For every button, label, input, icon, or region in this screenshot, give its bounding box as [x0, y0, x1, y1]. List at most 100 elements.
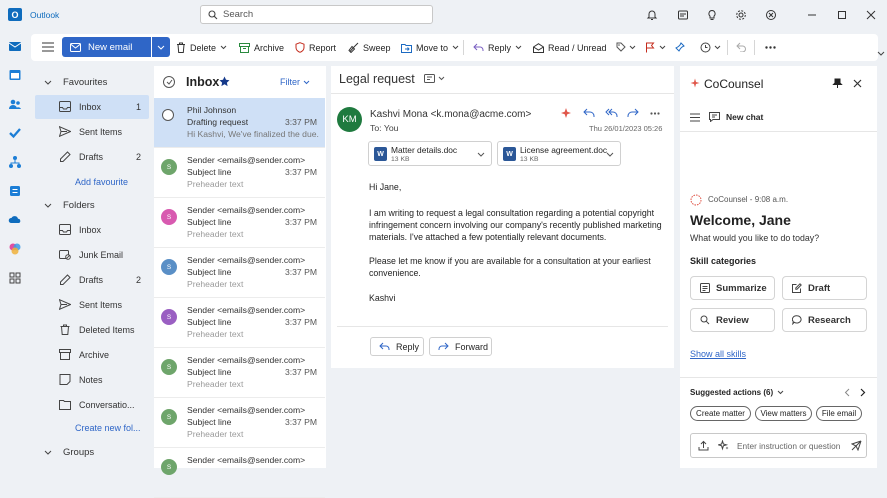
clock-icon[interactable] — [700, 42, 711, 53]
flag-icon[interactable] — [645, 42, 655, 53]
subject-actions-icon[interactable] — [424, 73, 445, 84]
lightbulb-icon[interactable] — [705, 8, 719, 22]
sweep-button[interactable]: Sweep — [343, 34, 396, 61]
upload-icon[interactable] — [698, 440, 709, 451]
add-favourite-link[interactable]: Add favourite — [75, 177, 128, 187]
sender-address[interactable]: Kashvi Mona <k.mona@acme.com> — [370, 109, 531, 120]
list-item[interactable]: Phil Johnson Drafting request 3:37 PM Hi… — [154, 98, 325, 148]
create-new-folder-link[interactable]: Create new fol... — [75, 423, 141, 433]
move-to-button[interactable]: Move to — [396, 34, 464, 61]
delete-button[interactable]: Delete — [171, 34, 232, 61]
groups-header[interactable]: Groups — [44, 447, 94, 458]
pin-icon[interactable] — [675, 42, 685, 52]
bell-icon[interactable] — [645, 8, 659, 22]
chevron-down-icon[interactable] — [629, 45, 636, 50]
gear-icon[interactable] — [734, 8, 748, 22]
pin-icon[interactable] — [832, 78, 843, 89]
attachment-matter-details[interactable]: W Matter details.doc 13 KB — [368, 141, 492, 166]
reply-all-icon[interactable] — [605, 108, 618, 118]
folder-conversation-history[interactable]: Conversatio... — [35, 393, 149, 417]
chevron-down-icon[interactable] — [659, 45, 666, 50]
archive-button[interactable]: Archive — [234, 34, 289, 61]
instruction-input[interactable]: Enter instruction or question — [690, 433, 867, 458]
favourite-inbox[interactable]: Inbox 1 — [35, 95, 149, 119]
rail-people-icon[interactable] — [7, 96, 22, 111]
report-button[interactable]: Report — [290, 34, 341, 61]
ribbon-collapse-chevron-icon[interactable] — [877, 51, 885, 57]
undo-icon[interactable] — [736, 42, 747, 52]
attachment-license-agreement[interactable]: W License agreement.doc 13 KB — [497, 141, 621, 166]
favourite-star-icon[interactable] — [219, 76, 230, 87]
list-item[interactable]: S Sender <emails@sender.com> — [154, 448, 325, 498]
select-all-checkbox[interactable] — [163, 76, 175, 88]
reply-icon[interactable] — [583, 108, 595, 118]
rail-calendar-icon[interactable] — [7, 67, 22, 82]
forward-button[interactable]: Forward — [429, 337, 492, 356]
review-skill-button[interactable]: Review — [690, 308, 775, 332]
minimize-icon[interactable] — [805, 8, 819, 22]
folder-junk-email[interactable]: Junk Email — [35, 243, 149, 267]
new-email-dropdown[interactable] — [152, 37, 170, 57]
read-unread-button[interactable]: Read / Unread — [528, 34, 612, 61]
reply-button[interactable]: Reply — [370, 337, 424, 356]
favourite-sent-items[interactable]: Sent Items — [35, 120, 149, 144]
forward-icon[interactable] — [627, 108, 639, 118]
favourites-header[interactable]: Favourites — [44, 77, 107, 88]
list-item[interactable]: S Sender <emails@sender.com> Subject line 3… — [154, 398, 325, 448]
chevron-down-icon[interactable] — [714, 45, 721, 50]
view-matters-pill[interactable]: View matters — [755, 406, 812, 421]
folder-deleted-items[interactable]: Deleted Items — [35, 318, 149, 342]
copilot-icon[interactable] — [764, 8, 778, 22]
filter-button[interactable]: Filter — [280, 77, 310, 87]
send-icon[interactable] — [851, 440, 862, 451]
more-options-icon[interactable] — [650, 112, 660, 115]
folder-notes[interactable]: Notes — [35, 368, 149, 392]
close-icon[interactable] — [853, 79, 862, 88]
cocounsel-menu-icon[interactable] — [690, 113, 700, 122]
chevron-left-icon[interactable] — [844, 388, 850, 397]
favourite-drafts[interactable]: Drafts 2 — [35, 145, 149, 169]
show-all-skills-link[interactable]: Show all skills — [690, 349, 746, 359]
sparkle-icon[interactable] — [560, 107, 572, 119]
list-item[interactable]: S Sender <emails@sender.com> Subject line 3… — [154, 148, 325, 198]
folder-archive[interactable]: Archive — [35, 343, 149, 367]
search-placeholder: Search — [223, 9, 254, 20]
chevron-right-icon[interactable] — [860, 388, 866, 397]
research-skill-button[interactable]: Research — [782, 308, 867, 332]
create-matter-pill[interactable]: Create matter — [690, 406, 751, 421]
folders-header[interactable]: Folders — [44, 200, 95, 211]
chevron-down-icon[interactable] — [477, 152, 485, 157]
calendar-note-icon[interactable] — [676, 8, 690, 22]
list-item[interactable]: S Sender <emails@sender.com> Subject line 3… — [154, 348, 325, 398]
tag-icon[interactable] — [616, 42, 626, 52]
folder-drafts[interactable]: Drafts 2 — [35, 268, 149, 292]
list-item[interactable]: S Sender <emails@sender.com> Subject line 3… — [154, 298, 325, 348]
summarize-skill-button[interactable]: Summarize — [690, 276, 775, 300]
list-item[interactable]: S Sender <emails@sender.com> Subject line 3… — [154, 198, 325, 248]
search-input[interactable]: Search — [200, 5, 433, 24]
avatar: S — [161, 409, 177, 425]
rail-onedrive-icon[interactable] — [7, 212, 22, 227]
suggested-actions-toggle[interactable]: Suggested actions (6) — [690, 388, 784, 397]
rail-mail-icon[interactable] — [7, 38, 22, 53]
reply-button[interactable]: Reply — [468, 34, 527, 61]
new-chat-button[interactable]: New chat — [709, 112, 763, 122]
hamburger-icon[interactable] — [42, 42, 54, 52]
draft-skill-button[interactable]: Draft — [782, 276, 867, 300]
chevron-down-icon[interactable] — [606, 152, 614, 157]
folder-inbox[interactable]: Inbox — [35, 218, 149, 242]
file-email-pill[interactable]: File email — [816, 406, 862, 421]
maximize-icon[interactable] — [835, 8, 849, 22]
rail-forms-icon[interactable] — [7, 183, 22, 198]
new-email-button[interactable]: New email — [62, 37, 151, 57]
close-window-icon[interactable] — [864, 8, 878, 22]
rail-copilot-icon[interactable] — [7, 241, 22, 256]
list-item[interactable]: S Sender <emails@sender.com> Subject line 3… — [154, 248, 325, 298]
rail-apps-icon[interactable] — [7, 270, 22, 285]
sparkle-icon[interactable] — [718, 440, 729, 451]
more-options-icon[interactable] — [765, 46, 776, 49]
folder-sent-items[interactable]: Sent Items — [35, 293, 149, 317]
rail-org-icon[interactable] — [7, 154, 22, 169]
select-checkbox[interactable] — [162, 109, 174, 121]
rail-todo-icon[interactable] — [7, 125, 22, 140]
